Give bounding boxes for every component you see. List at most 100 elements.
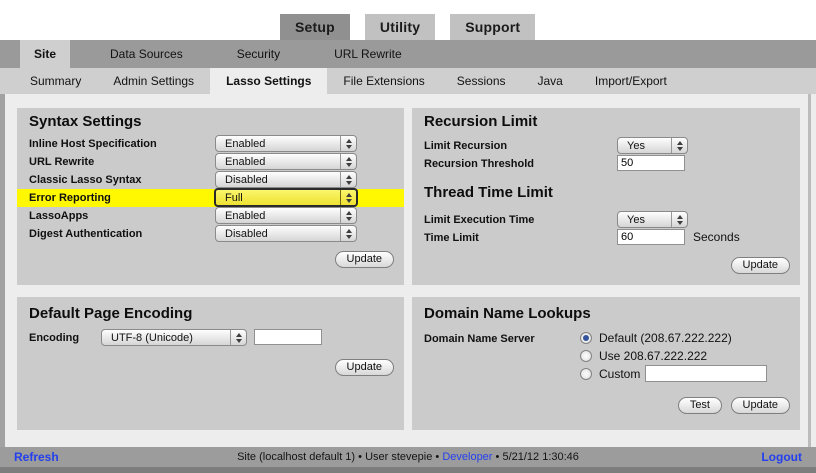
setting-label: Limit Recursion <box>424 137 507 155</box>
tab-support[interactable]: Support <box>450 14 535 40</box>
stepper-arrows-icon <box>340 172 356 187</box>
tab-setup[interactable]: Setup <box>280 14 350 40</box>
setting-label: Time Limit <box>424 229 479 247</box>
setting-row-error-reporting-highlighted: Error Reporting Full <box>17 189 404 207</box>
tab-site[interactable]: Site <box>20 40 70 68</box>
setting-label: Recursion Threshold <box>424 155 534 173</box>
stepper-arrows-icon <box>340 136 356 151</box>
setting-row-limit-recursion: Limit Recursion Yes <box>412 137 800 155</box>
setting-row-recursion-threshold: Recursion Threshold <box>412 155 800 173</box>
tab-java[interactable]: Java <box>522 68 579 94</box>
left-edge-strip <box>0 94 5 447</box>
status-user: User stevepie <box>365 451 432 463</box>
bullet: • <box>496 451 500 463</box>
limit-execution-select[interactable]: Yes <box>617 211 688 228</box>
stepper-arrows-icon <box>340 190 356 205</box>
panel-title: Recursion Limit <box>424 113 537 130</box>
dns-option-use: Use 208.67.222.222 <box>580 347 707 364</box>
lassoapps-select[interactable]: Enabled <box>215 207 357 224</box>
dns-panel: Domain Name Lookups Domain Name Server D… <box>412 297 800 430</box>
encoding-panel: Default Page Encoding Encoding UTF-8 (Un… <box>17 297 404 430</box>
setting-row-encoding: Encoding UTF-8 (Unicode) <box>17 329 404 347</box>
radio-use[interactable] <box>580 350 592 362</box>
setting-row-digest-auth: Digest Authentication Disabled <box>17 225 404 243</box>
stepper-arrows-icon <box>340 226 356 241</box>
stepper-arrows-icon <box>671 138 687 153</box>
recursion-threshold-input[interactable] <box>617 155 685 171</box>
dns-option-custom: Custom <box>580 365 767 382</box>
bullet: • <box>435 451 439 463</box>
setting-row-inline-host: Inline Host Specification Enabled <box>17 135 404 153</box>
radio-label: Default (208.67.222.222) <box>599 331 732 345</box>
tab-admin-settings[interactable]: Admin Settings <box>97 68 210 94</box>
encoding-custom-input[interactable] <box>254 329 322 345</box>
limit-recursion-select[interactable]: Yes <box>617 137 688 154</box>
tab-data-sources[interactable]: Data Sources <box>96 40 197 68</box>
setting-label: Encoding <box>29 329 79 347</box>
setting-row-time-limit: Time Limit Seconds <box>412 229 800 247</box>
setting-label: Limit Execution Time <box>424 211 534 229</box>
subsection-tab-bar: Summary Admin Settings Lasso Settings Fi… <box>0 68 816 94</box>
tab-url-rewrite[interactable]: URL Rewrite <box>320 40 416 68</box>
setting-label: URL Rewrite <box>29 153 94 171</box>
dns-server-label: Domain Name Server <box>424 331 535 348</box>
panel-title: Syntax Settings <box>29 113 142 130</box>
inline-host-select[interactable]: Enabled <box>215 135 357 152</box>
setting-row-lassoapps: LassoApps Enabled <box>17 207 404 225</box>
select-value: Full <box>216 192 340 204</box>
error-reporting-select[interactable]: Full <box>214 188 358 207</box>
tab-summary[interactable]: Summary <box>14 68 97 94</box>
syntax-settings-panel: Syntax Settings Inline Host Specificatio… <box>17 108 404 285</box>
tab-file-extensions[interactable]: File Extensions <box>327 68 440 94</box>
stepper-arrows-icon <box>340 154 356 169</box>
status-timestamp: 5/21/12 1:30:46 <box>502 451 578 463</box>
time-limit-input[interactable] <box>617 229 685 245</box>
encoding-select[interactable]: UTF-8 (Unicode) <box>101 329 247 346</box>
stepper-arrows-icon <box>340 208 356 223</box>
recursion-thread-panel: Recursion Limit Limit Recursion Yes Recu… <box>412 108 800 285</box>
select-value: Yes <box>618 140 671 152</box>
setting-label: LassoApps <box>29 207 88 225</box>
tab-security[interactable]: Security <box>223 40 294 68</box>
radio-custom[interactable] <box>580 368 592 380</box>
bullet: • <box>358 451 362 463</box>
radio-label: Custom <box>599 367 640 381</box>
dns-custom-input[interactable] <box>645 365 767 382</box>
select-value: UTF-8 (Unicode) <box>102 332 230 344</box>
setting-row-limit-execution: Limit Execution Time Yes <box>412 211 800 229</box>
select-value: Enabled <box>216 156 340 168</box>
logout-link[interactable]: Logout <box>761 450 802 464</box>
status-site: Site (localhost default 1) <box>237 451 355 463</box>
select-value: Yes <box>618 214 671 226</box>
setting-label: Digest Authentication <box>29 225 142 243</box>
url-rewrite-select[interactable]: Enabled <box>215 153 357 170</box>
tab-utility[interactable]: Utility <box>365 14 435 40</box>
developer-link[interactable]: Developer <box>442 451 492 463</box>
digest-auth-select[interactable]: Disabled <box>215 225 357 242</box>
panel-title: Domain Name Lookups <box>424 305 591 322</box>
dns-option-default: Default (208.67.222.222) <box>580 329 732 346</box>
dns-update-button[interactable]: Update <box>731 397 790 414</box>
bottom-edge-strip <box>0 467 816 473</box>
tab-import-export[interactable]: Import/Export <box>579 68 683 94</box>
encoding-update-button[interactable]: Update <box>335 359 394 376</box>
panel-title: Thread Time Limit <box>424 184 553 201</box>
status-text: Site (localhost default 1) • User stevep… <box>0 451 816 463</box>
select-value: Disabled <box>216 174 340 186</box>
thread-update-button[interactable]: Update <box>731 257 790 274</box>
panel-title: Default Page Encoding <box>29 305 192 322</box>
select-value: Disabled <box>216 228 340 240</box>
tab-lasso-settings[interactable]: Lasso Settings <box>210 68 327 94</box>
syntax-update-button[interactable]: Update <box>335 251 394 268</box>
stepper-arrows-icon <box>671 212 687 227</box>
setting-label: Error Reporting <box>29 189 111 207</box>
right-edge-strip <box>808 94 811 447</box>
section-tab-bar: Site Data Sources Security URL Rewrite <box>0 40 816 68</box>
lasso-admin-page: Setup Utility Support Site Data Sources … <box>0 0 816 473</box>
tab-sessions[interactable]: Sessions <box>441 68 522 94</box>
classic-syntax-select[interactable]: Disabled <box>215 171 357 188</box>
dns-test-button[interactable]: Test <box>678 397 722 414</box>
radio-default[interactable] <box>580 332 592 344</box>
radio-label: Use 208.67.222.222 <box>599 349 707 363</box>
setting-label: Inline Host Specification <box>29 135 157 153</box>
